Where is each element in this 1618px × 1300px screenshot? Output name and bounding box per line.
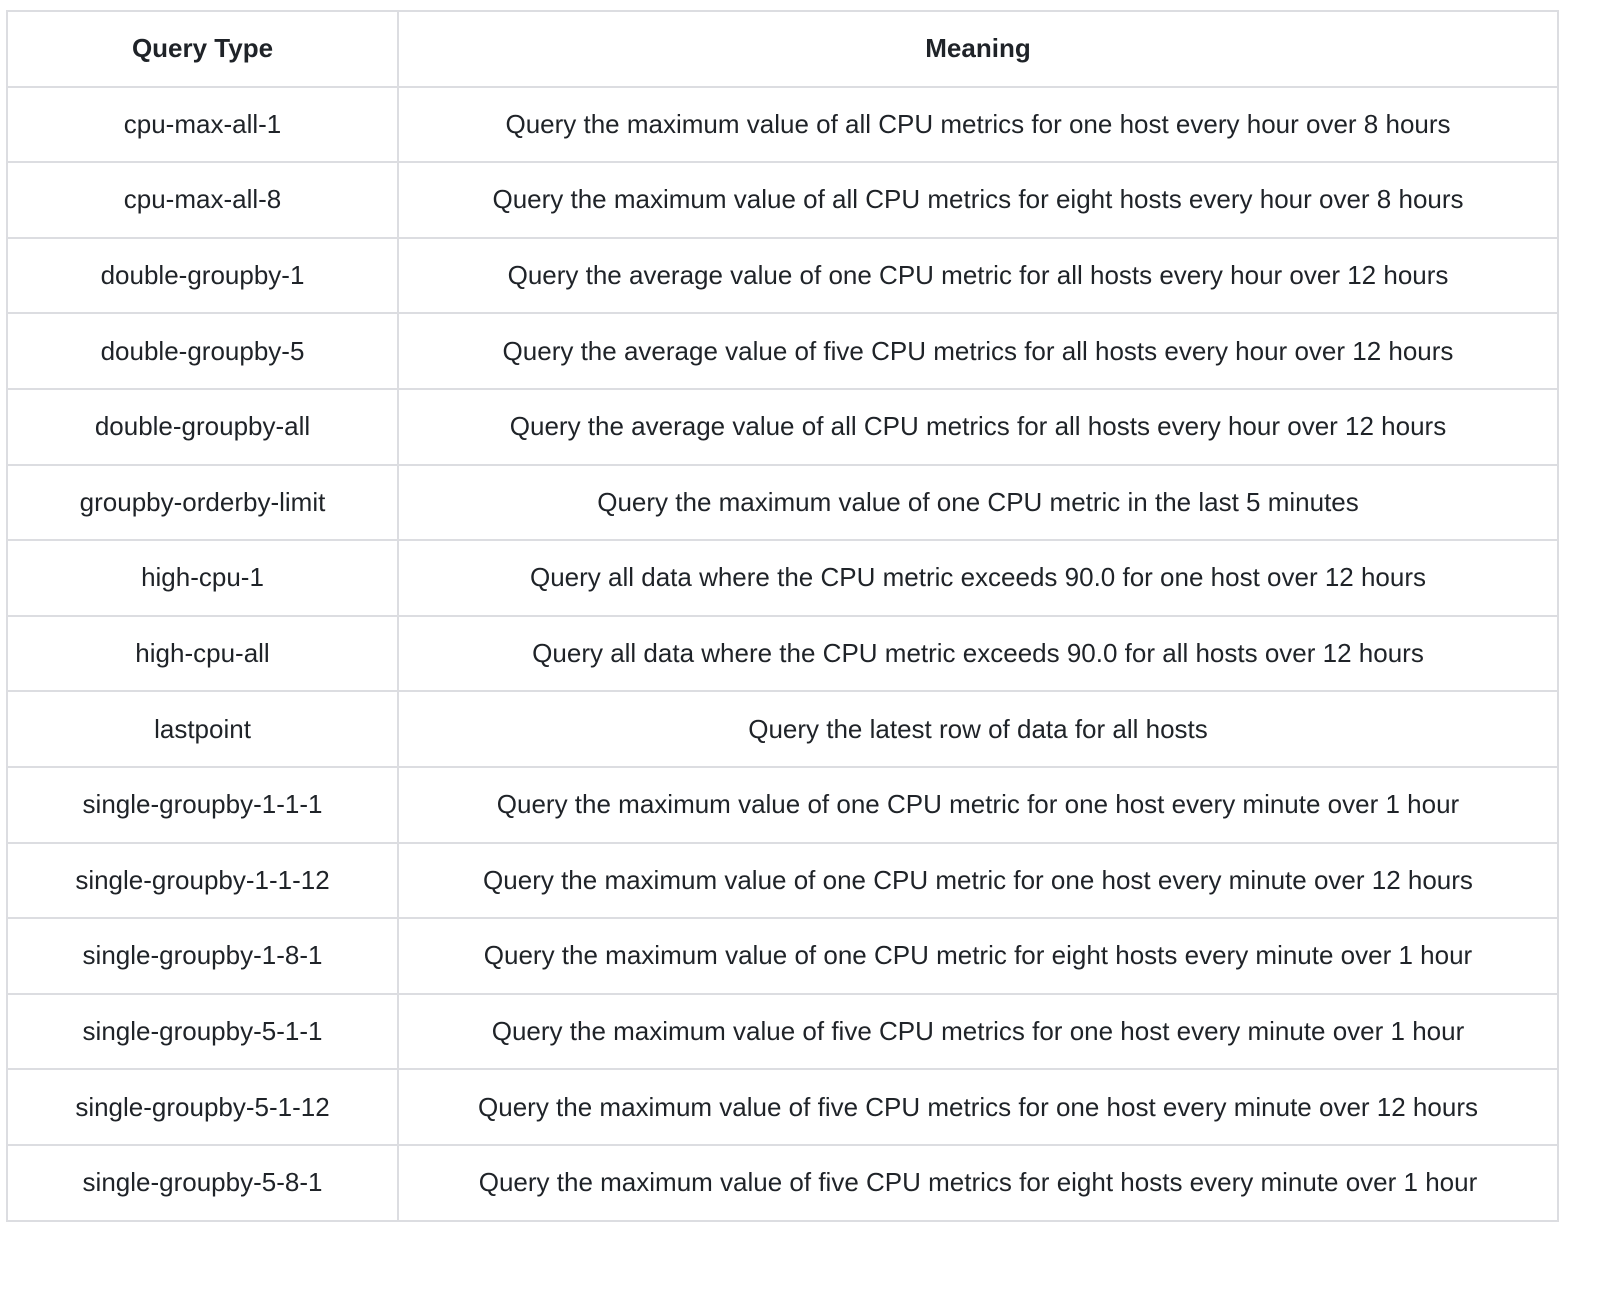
query-type-cell: cpu-max-all-8 [6,161,399,239]
table-row: single-groupby-1-1-1 Query the maximum va… [6,765,1559,844]
meaning-cell: Query the average value of all CPU metri… [397,387,1559,466]
meaning-cell: Query all data where the CPU metric exce… [397,539,1559,617]
meaning-cell: Query the maximum value of one CPU metri… [397,841,1559,920]
meaning-cell: Query the average value of five CPU metr… [397,312,1559,390]
meaning-cell: Query the maximum value of one CPU metri… [397,917,1559,995]
table-row: high-cpu-all Query all data where the CPU… [6,614,1559,693]
table-row: groupby-orderby-limit Query the maximum v… [6,463,1559,542]
meaning-cell: Query the maximum value of one CPU metri… [397,765,1559,844]
query-type-cell: lastpoint [6,690,399,768]
meaning-cell: Query the maximum value of five CPU metr… [397,992,1559,1071]
query-types-table: Query Type Meaning cpu-max-all-1 Query th… [6,10,1559,1222]
query-type-cell: single-groupby-1-8-1 [6,917,399,995]
table-row: high-cpu-1 Query all data where the CPU m… [6,539,1559,617]
query-type-cell: single-groupby-5-8-1 [6,1143,399,1222]
query-type-cell: single-groupby-5-1-12 [6,1068,399,1146]
query-type-cell: single-groupby-5-1-1 [6,992,399,1071]
meaning-cell: Query the maximum value of five CPU metr… [397,1143,1559,1222]
query-type-cell: single-groupby-1-1-12 [6,841,399,920]
table-row: double-groupby-all Query the average valu… [6,387,1559,466]
table-row: cpu-max-all-8 Query the maximum value of … [6,161,1559,239]
table-row: cpu-max-all-1 Query the maximum value of … [6,85,1559,164]
query-type-cell: single-groupby-1-1-1 [6,765,399,844]
header-query-type: Query Type [6,10,399,88]
query-type-cell: cpu-max-all-1 [6,85,399,164]
meaning-cell: Query all data where the CPU metric exce… [397,614,1559,693]
table-row: single-groupby-1-8-1 Query the maximum va… [6,917,1559,995]
table-row: single-groupby-5-8-1 Query the maximum va… [6,1143,1559,1222]
table-row: single-groupby-5-1-1 Query the maximum va… [6,992,1559,1071]
table-row: single-groupby-5-1-12 Query the maximum v… [6,1068,1559,1146]
table-body: cpu-max-all-1 Query the maximum value of … [6,85,1559,1222]
query-type-cell: double-groupby-5 [6,312,399,390]
header-row: Query Type Meaning [6,10,1559,88]
table-row: single-groupby-1-1-12 Query the maximum v… [6,841,1559,920]
meaning-cell: Query the maximum value of one CPU metri… [397,463,1559,542]
meaning-cell: Query the average value of one CPU metri… [397,236,1559,315]
meaning-cell: Query the maximum value of five CPU metr… [397,1068,1559,1146]
query-type-cell: high-cpu-all [6,614,399,693]
query-type-cell: double-groupby-1 [6,236,399,315]
table-row: double-groupby-1 Query the average value … [6,236,1559,315]
query-type-cell: double-groupby-all [6,387,399,466]
meaning-cell: Query the maximum value of all CPU metri… [397,85,1559,164]
header-meaning: Meaning [397,10,1559,88]
meaning-cell: Query the maximum value of all CPU metri… [397,161,1559,239]
query-type-cell: high-cpu-1 [6,539,399,617]
meaning-cell: Query the latest row of data for all hos… [397,690,1559,768]
table-row: lastpoint Query the latest row of data fo… [6,690,1559,768]
table-row: double-groupby-5 Query the average value … [6,312,1559,390]
query-type-cell: groupby-orderby-limit [6,463,399,542]
